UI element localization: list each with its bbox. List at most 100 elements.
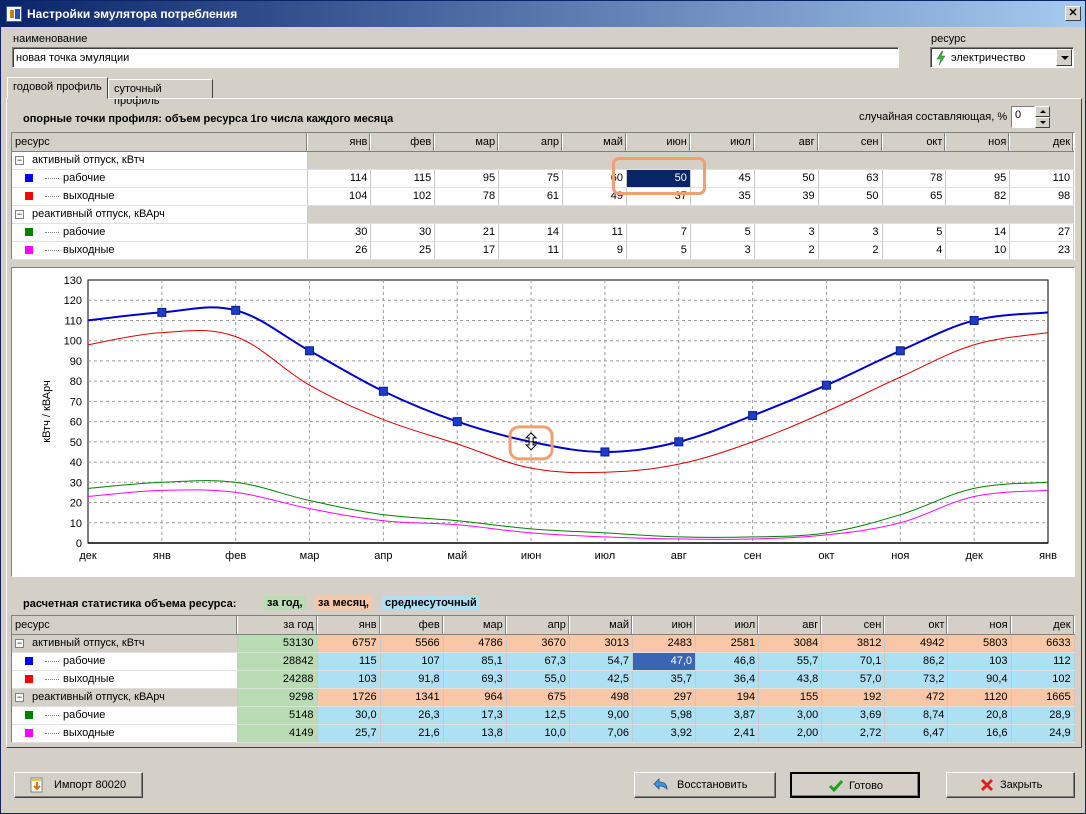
value-cell[interactable]: 91,8 — [380, 670, 444, 689]
value-cell[interactable]: 17,3 — [443, 706, 507, 725]
column-header[interactable]: май — [569, 616, 633, 635]
value-cell[interactable]: 98 — [1009, 187, 1075, 206]
column-header[interactable]: фев — [370, 133, 436, 152]
value-cell[interactable]: 3,69 — [821, 706, 886, 725]
value-cell[interactable]: 24288 — [237, 670, 318, 689]
value-cell[interactable]: 3812 — [821, 634, 886, 653]
value-cell[interactable]: 4 — [882, 241, 947, 260]
value-cell[interactable]: 35,7 — [632, 670, 697, 689]
value-cell[interactable]: 3,00 — [758, 706, 823, 725]
tab-daily-profile[interactable]: суточный профиль — [108, 79, 213, 107]
value-cell[interactable]: 17 — [434, 241, 500, 260]
value-cell[interactable]: 20,8 — [947, 706, 1012, 725]
value-cell[interactable]: 7 — [626, 223, 691, 242]
value-cell[interactable]: 155 — [758, 688, 823, 707]
name-input[interactable] — [12, 47, 899, 68]
value-cell[interactable]: 2,72 — [821, 724, 886, 743]
series-point[interactable] — [305, 346, 315, 356]
value-cell[interactable]: 65 — [882, 187, 947, 206]
value-cell[interactable]: 26 — [307, 241, 372, 260]
value-cell[interactable]: 110 — [1009, 169, 1075, 188]
value-cell[interactable]: 6,47 — [884, 724, 949, 743]
value-cell[interactable]: 5148 — [237, 706, 318, 725]
value-cell[interactable]: 8,74 — [884, 706, 949, 725]
value-cell[interactable]: 82 — [945, 187, 1011, 206]
column-header[interactable]: июл — [690, 133, 755, 152]
value-cell[interactable]: 42,5 — [569, 670, 633, 689]
series-point[interactable] — [600, 447, 610, 457]
value-cell[interactable]: 21 — [434, 223, 500, 242]
value-cell[interactable]: 27 — [1009, 223, 1075, 242]
column-header[interactable]: июн — [632, 616, 697, 635]
value-cell[interactable]: 25 — [370, 241, 436, 260]
value-cell[interactable]: 95 — [434, 169, 500, 188]
value-cell[interactable]: 86,2 — [884, 652, 949, 671]
value-cell[interactable]: 9 — [562, 241, 627, 260]
value-cell[interactable]: 103 — [947, 652, 1012, 671]
column-header[interactable]: май — [562, 133, 627, 152]
column-header[interactable]: янв — [317, 616, 381, 635]
value-cell[interactable]: 30 — [307, 223, 372, 242]
value-cell[interactable]: 75 — [498, 169, 564, 188]
close-window-button[interactable]: ✕ — [1065, 6, 1081, 21]
column-header[interactable]: авг — [758, 616, 823, 635]
value-cell[interactable]: 2581 — [695, 634, 760, 653]
series-point[interactable] — [157, 307, 167, 317]
value-cell[interactable]: 26,3 — [380, 706, 444, 725]
column-header[interactable]: окт — [882, 133, 947, 152]
value-cell[interactable]: 2,41 — [695, 724, 760, 743]
value-cell[interactable]: 13,8 — [443, 724, 507, 743]
collapse-icon[interactable]: − — [15, 692, 24, 702]
value-cell[interactable]: 28842 — [237, 652, 318, 671]
value-cell[interactable]: 2 — [754, 241, 819, 260]
value-cell[interactable]: 11 — [562, 223, 627, 242]
column-header[interactable]: дек — [1011, 616, 1075, 635]
value-cell[interactable]: 78 — [434, 187, 500, 206]
column-header[interactable]: сен — [818, 133, 883, 152]
value-cell[interactable]: 1726 — [317, 688, 381, 707]
column-header[interactable]: окт — [884, 616, 949, 635]
value-cell[interactable]: 103 — [317, 670, 381, 689]
value-cell[interactable]: 5 — [626, 241, 691, 260]
value-cell[interactable]: 6757 — [317, 634, 381, 653]
series-point[interactable] — [969, 315, 979, 325]
series-point[interactable] — [452, 417, 462, 427]
value-cell[interactable]: 21,6 — [380, 724, 444, 743]
value-cell[interactable]: 57,0 — [821, 670, 886, 689]
value-cell[interactable]: 112 — [1011, 652, 1075, 671]
value-cell[interactable]: 10,0 — [506, 724, 570, 743]
spin-up-icon[interactable] — [1035, 106, 1050, 117]
import-80020-button[interactable]: Импорт 80020 — [14, 772, 143, 798]
random-component-spinner[interactable] — [1035, 106, 1050, 128]
group-name[interactable]: − реактивный отпуск, кВАрч — [12, 205, 308, 224]
value-cell[interactable]: 7,06 — [569, 724, 633, 743]
column-header[interactable]: дек — [1009, 133, 1075, 152]
value-cell[interactable]: 30,0 — [317, 706, 381, 725]
value-cell[interactable]: 3 — [818, 223, 883, 242]
group-name[interactable]: − активный отпуск, кВтч — [12, 634, 238, 653]
value-cell[interactable]: 39 — [754, 187, 819, 206]
value-cell[interactable]: 5803 — [947, 634, 1012, 653]
value-cell[interactable]: 107 — [380, 652, 444, 671]
column-header[interactable]: ноя — [947, 616, 1012, 635]
value-cell[interactable]: 4942 — [884, 634, 949, 653]
collapse-icon[interactable]: − — [15, 638, 24, 648]
value-cell[interactable]: 50 — [818, 187, 883, 206]
value-cell[interactable]: 5 — [882, 223, 947, 242]
column-header[interactable]: мар — [443, 616, 507, 635]
random-component-input[interactable]: 0 — [1011, 106, 1035, 128]
value-cell[interactable]: 3 — [754, 223, 819, 242]
value-cell[interactable]: 63 — [818, 169, 883, 188]
series-point[interactable] — [231, 305, 241, 315]
value-cell[interactable]: 50 — [754, 169, 819, 188]
value-cell[interactable]: 3084 — [758, 634, 823, 653]
value-cell[interactable]: 4786 — [443, 634, 507, 653]
collapse-icon[interactable]: − — [15, 209, 24, 219]
value-cell[interactable]: 4149 — [237, 724, 318, 743]
value-cell[interactable]: 12,5 — [506, 706, 570, 725]
value-cell[interactable]: 30 — [370, 223, 436, 242]
value-cell[interactable]: 964 — [443, 688, 507, 707]
restore-button[interactable]: Восстановить — [634, 772, 776, 798]
series-point[interactable] — [821, 380, 831, 390]
value-cell[interactable]: 54,7 — [569, 652, 633, 671]
